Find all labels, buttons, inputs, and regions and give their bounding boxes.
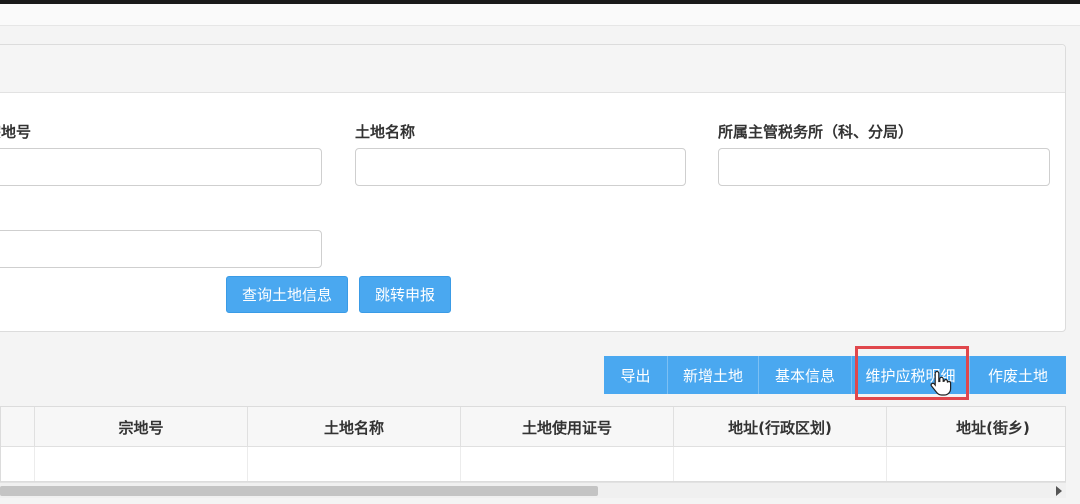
extra-field-input[interactable] [0, 230, 322, 268]
column-header-land-name[interactable]: 土地名称 [247, 407, 460, 447]
table-header: 宗地号 土地名称 土地使用证号 地址(行政区划) 地址(街乡) [1, 407, 1065, 447]
table-cell [34, 447, 247, 481]
tax-office-input[interactable] [718, 148, 1050, 186]
land-table: 宗地号 土地名称 土地使用证号 地址(行政区划) 地址(街乡) [0, 406, 1066, 482]
table-toolbar: 导出 新增土地 基本信息 维护应税明细 作废土地 [604, 356, 1066, 394]
search-panel-header [0, 45, 1065, 93]
add-land-button[interactable]: 新增土地 [668, 356, 759, 394]
scrollbar-thumb[interactable] [0, 486, 598, 496]
column-header-address-street[interactable]: 地址(街乡) [886, 407, 1065, 447]
column-header-land-certificate-no[interactable]: 土地使用证号 [460, 407, 673, 447]
void-land-button[interactable]: 作废土地 [970, 356, 1066, 394]
table-cell [886, 447, 1065, 481]
table-cell [673, 447, 886, 481]
label-land-parcel-no: 宗地号 [0, 123, 32, 141]
top-strip [0, 4, 1080, 26]
land-parcel-no-input[interactable] [0, 148, 322, 186]
basic-info-button[interactable]: 基本信息 [759, 356, 852, 394]
query-land-info-button[interactable]: 查询土地信息 [226, 276, 348, 313]
label-land-name: 土地名称 [355, 123, 416, 141]
jump-declare-button[interactable]: 跳转申报 [359, 276, 451, 313]
label-tax-office: 所属主管税务所（科、分局） [718, 123, 914, 141]
export-button[interactable]: 导出 [604, 356, 668, 394]
table-cell [247, 447, 460, 481]
search-panel: 宗地号 土地名称 所属主管税务所（科、分局） 查询土地信息 跳转申报 [0, 44, 1066, 332]
table-cell [460, 447, 673, 481]
column-header-checkbox [1, 407, 34, 447]
hand-pointer-icon [930, 370, 952, 396]
horizontal-scrollbar[interactable] [0, 482, 1066, 498]
column-header-address-district[interactable]: 地址(行政区划) [673, 407, 886, 447]
land-name-input[interactable] [355, 148, 686, 186]
scroll-right-arrow-icon[interactable] [1056, 486, 1062, 496]
column-header-land-parcel-no[interactable]: 宗地号 [34, 407, 247, 447]
